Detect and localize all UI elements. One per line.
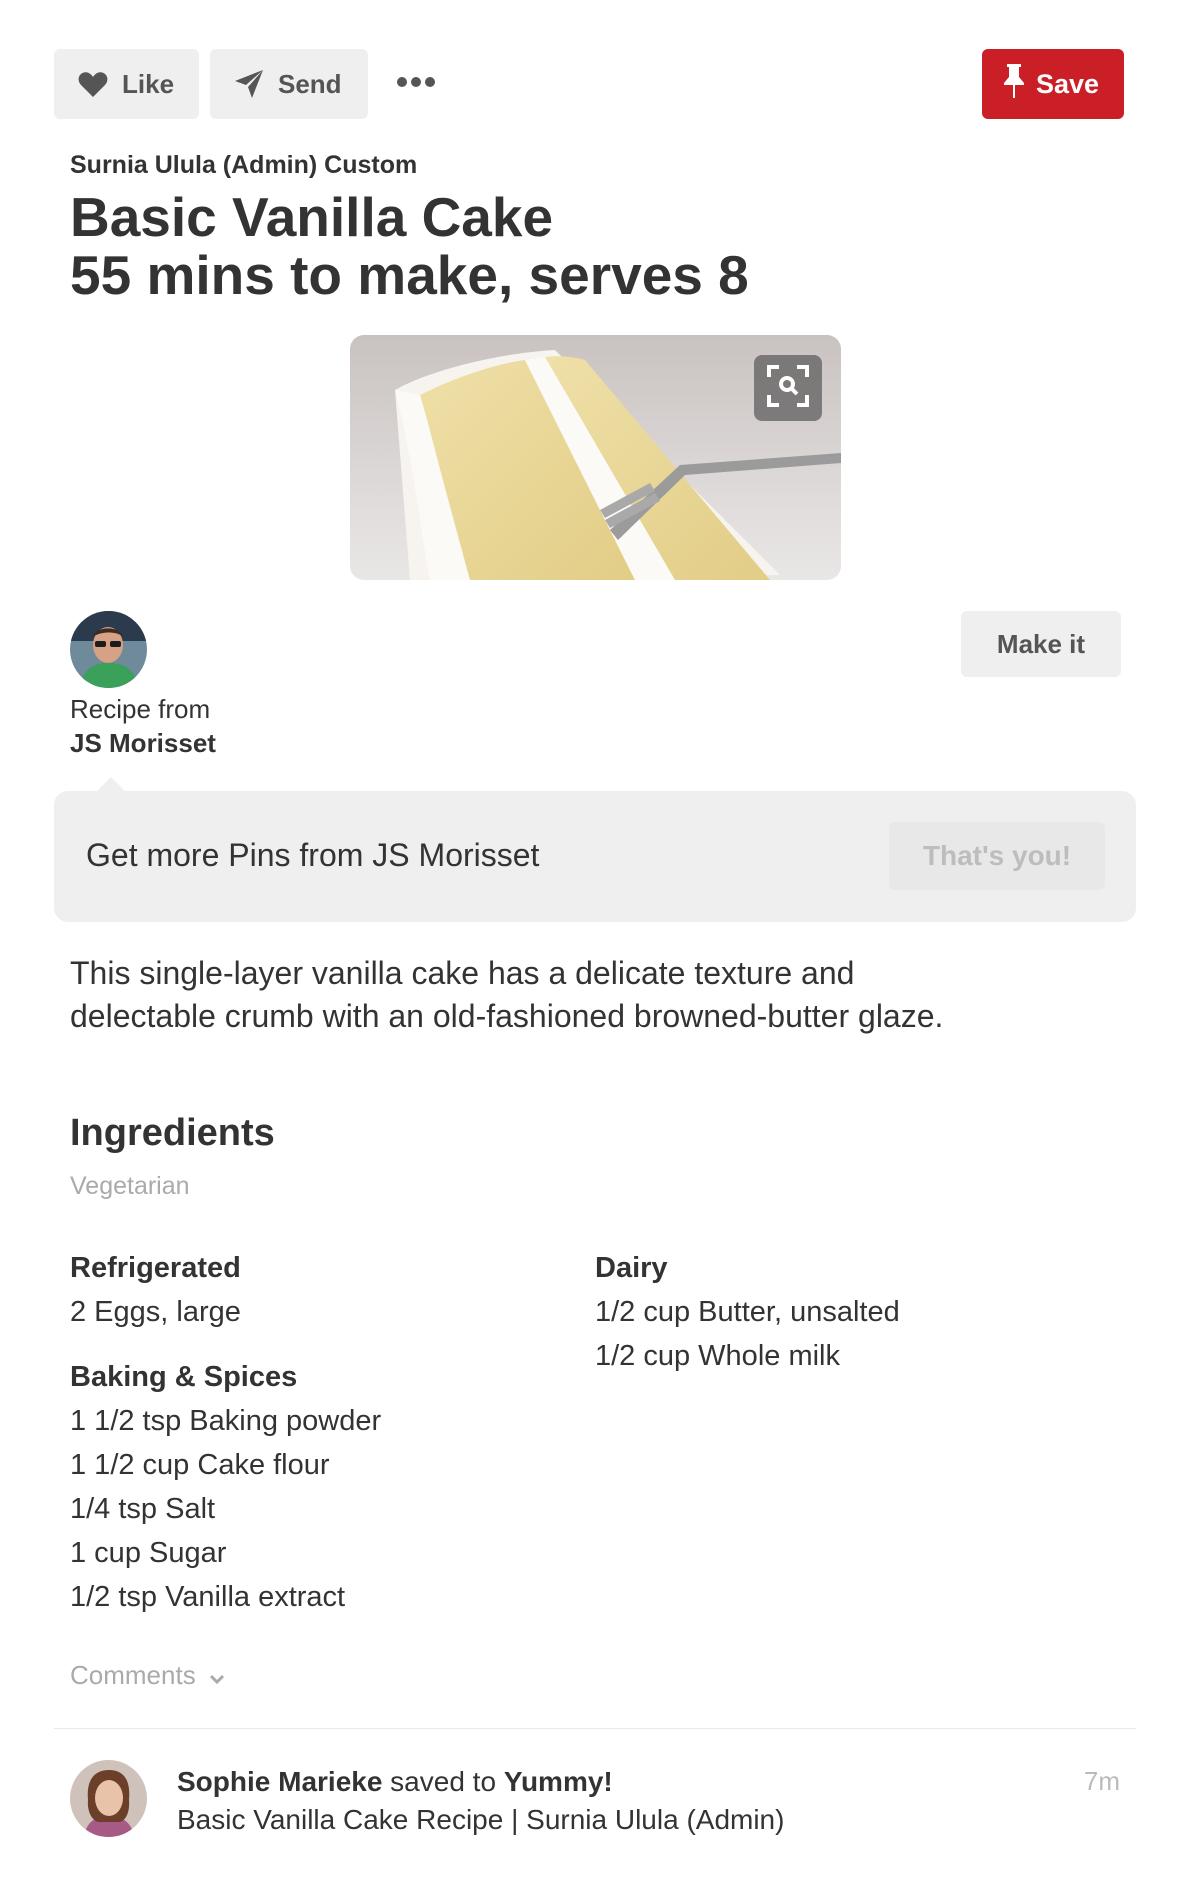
more-options-button[interactable] xyxy=(394,66,438,102)
activity-user-name[interactable]: Sophie Marieke xyxy=(177,1766,382,1797)
ingredient-item: 1 1/2 tsp Baking powder xyxy=(70,1405,382,1437)
pin-image[interactable] xyxy=(350,335,841,580)
ingredient-item: 1 cup Sugar xyxy=(70,1537,227,1569)
ingredient-item: 1 1/2 cup Cake flour xyxy=(70,1449,330,1481)
ingredient-category: Baking & Spices xyxy=(70,1361,298,1393)
comments-label: Comments xyxy=(70,1660,196,1690)
title-line-1: Basic Vanilla Cake xyxy=(70,186,554,248)
recipe-author-name[interactable]: JS Morisset xyxy=(70,728,216,759)
more-pins-card: Get more Pins from JS Morisset That's yo… xyxy=(54,777,1136,922)
diet-tag: Vegetarian xyxy=(70,1172,190,1200)
make-it-button[interactable]: Make it xyxy=(961,611,1121,677)
pin-icon xyxy=(1004,63,1024,105)
ingredients-column-right: Dairy 1/2 cup Butter, unsalted 1/2 cup W… xyxy=(595,1246,1095,1378)
ingredient-group: Baking & Spices 1 1/2 tsp Baking powder … xyxy=(70,1355,570,1619)
recipe-from-label: Recipe from xyxy=(70,694,211,724)
thats-you-button[interactable]: That's you! xyxy=(889,822,1105,890)
activity-timestamp: 7m xyxy=(1083,1766,1120,1796)
title-line-2: 55 mins to make, serves 8 xyxy=(70,244,749,306)
board-name[interactable]: Surnia Ulula (Admin) Custom xyxy=(70,151,417,180)
save-button[interactable]: Save xyxy=(982,49,1124,119)
divider xyxy=(54,1728,1136,1729)
ingredients-heading: Ingredients xyxy=(70,1112,275,1154)
pin-description: This single-layer vanilla cake has a del… xyxy=(70,955,944,1034)
ingredient-group: Refrigerated 2 Eggs, large xyxy=(70,1246,570,1334)
like-button[interactable]: Like xyxy=(54,49,199,119)
send-button[interactable]: Send xyxy=(210,49,368,119)
ingredient-item: 2 Eggs, large xyxy=(70,1296,241,1328)
pin-title: Basic Vanilla Cake 55 mins to make, serv… xyxy=(70,188,749,304)
activity-pin-title[interactable]: Basic Vanilla Cake Recipe | Surnia Ulula… xyxy=(177,1804,784,1836)
like-label: Like xyxy=(122,68,175,99)
activity-board-name[interactable]: Yummy! xyxy=(504,1766,613,1797)
ingredient-item: 1/2 cup Whole milk xyxy=(595,1340,840,1372)
activity-summary: Sophie Marieke saved to Yummy! xyxy=(177,1766,613,1798)
visual-search-icon xyxy=(767,364,809,412)
ingredient-category: Refrigerated xyxy=(70,1252,241,1284)
send-label: Send xyxy=(278,68,342,99)
ingredients-column-left: Refrigerated 2 Eggs, large Baking & Spic… xyxy=(70,1246,570,1619)
ingredient-item: 1/4 tsp Salt xyxy=(70,1493,216,1525)
visual-search-button[interactable] xyxy=(754,355,822,421)
more-pins-text[interactable]: Get more Pins from JS Morisset xyxy=(86,837,539,874)
save-label: Save xyxy=(1036,68,1100,99)
ingredient-item: 1/2 tsp Vanilla extract xyxy=(70,1581,346,1613)
ingredient-category: Dairy xyxy=(595,1252,668,1284)
author-avatar[interactable] xyxy=(70,611,147,688)
ellipsis-icon xyxy=(396,75,436,93)
comments-toggle[interactable]: Comments xyxy=(70,1660,224,1691)
activity-verb: saved to xyxy=(382,1766,504,1797)
action-bar: Like Send Save xyxy=(54,49,1124,119)
activity-user-avatar[interactable] xyxy=(70,1760,147,1837)
ingredient-group: Dairy 1/2 cup Butter, unsalted 1/2 cup W… xyxy=(595,1246,1095,1378)
chevron-down-icon xyxy=(196,1660,224,1691)
send-icon xyxy=(234,69,264,99)
heart-icon xyxy=(78,71,108,98)
ingredient-item: 1/2 cup Butter, unsalted xyxy=(595,1296,900,1328)
